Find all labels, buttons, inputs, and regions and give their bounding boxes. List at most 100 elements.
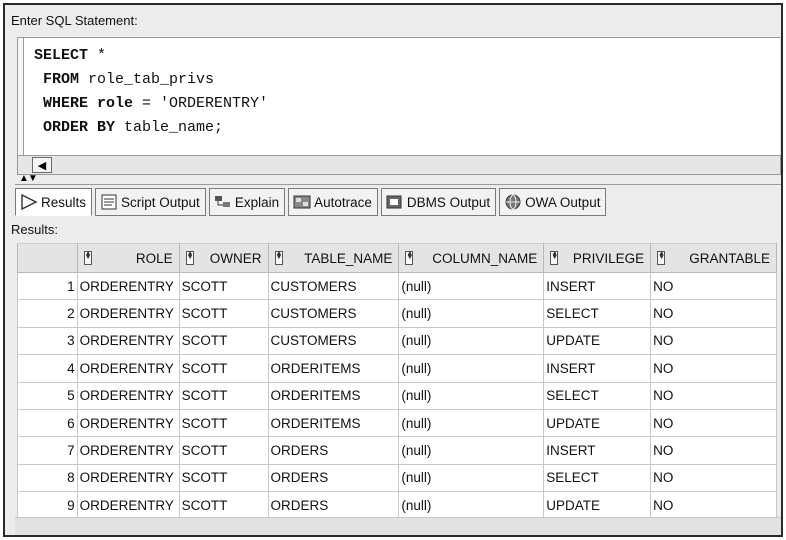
table-row[interactable]: 1 ORDERENTRY SCOTT CUSTOMERS (null) INSERT NO xyxy=(17,271,777,301)
tab-results[interactable]: Results xyxy=(15,188,93,216)
tab-autotrace-label: Autotrace xyxy=(314,194,372,210)
row-number[interactable]: 8 xyxy=(17,463,78,493)
cell-table-name[interactable]: CUSTOMERS xyxy=(267,299,400,328)
cell-grantable[interactable]: NO xyxy=(650,381,777,410)
cell-role[interactable]: ORDERENTRY xyxy=(76,354,180,383)
cell-grantable[interactable]: NO xyxy=(650,299,777,328)
cell-column-name[interactable]: (null) xyxy=(398,271,545,301)
cell-table-name[interactable]: ORDERITEMS xyxy=(267,408,400,438)
row-number[interactable]: 3 xyxy=(17,326,78,356)
cell-grantable[interactable]: NO xyxy=(650,491,777,520)
cell-grantable[interactable]: NO xyxy=(650,354,777,383)
cell-owner[interactable]: SCOTT xyxy=(178,491,269,520)
collapse-arrows-icon[interactable]: ▲▼ xyxy=(19,173,38,184)
editor-gutter xyxy=(18,38,24,156)
cell-owner[interactable]: SCOTT xyxy=(178,354,269,383)
table-row[interactable]: 8 ORDERENTRY SCOTT ORDERS (null) SELECT NO xyxy=(17,463,777,493)
cell-privilege[interactable]: INSERT xyxy=(543,271,652,301)
row-number[interactable]: 4 xyxy=(17,354,78,383)
table-row[interactable]: 5 ORDERENTRY SCOTT ORDERITEMS (null) SELECT NO xyxy=(17,381,777,410)
cell-privilege[interactable]: UPDATE xyxy=(543,408,652,438)
cell-role[interactable]: ORDERENTRY xyxy=(76,326,180,356)
cell-owner[interactable]: SCOTT xyxy=(178,436,269,465)
sql-line-4: ORDER BY table_name; xyxy=(34,119,224,136)
explain-plan-icon xyxy=(214,194,232,210)
cell-column-name[interactable]: (null) xyxy=(398,299,545,328)
cell-owner[interactable]: SCOTT xyxy=(178,271,269,301)
tab-owa-output-label: OWA Output xyxy=(525,194,601,210)
row-number[interactable]: 2 xyxy=(17,299,78,328)
pane-splitter[interactable]: ▲▼ xyxy=(15,173,781,185)
cell-privilege[interactable]: INSERT xyxy=(543,436,652,465)
tab-results-label: Results xyxy=(41,194,87,210)
cell-column-name[interactable]: (null) xyxy=(398,326,545,356)
cell-column-name[interactable]: (null) xyxy=(398,354,545,383)
cell-privilege[interactable]: INSERT xyxy=(543,354,652,383)
column-header-role[interactable]: ▲ ▼ ROLE xyxy=(76,243,180,273)
table-row[interactable]: 3 ORDERENTRY SCOTT CUSTOMERS (null) UPDATE NO xyxy=(17,326,777,356)
results-label: Results: xyxy=(11,222,58,237)
column-header-privilege[interactable]: ▲ ▼ PRIVILEGE xyxy=(543,243,652,273)
cell-owner[interactable]: SCOTT xyxy=(178,299,269,328)
tab-autotrace[interactable]: Autotrace xyxy=(288,188,378,216)
cell-column-name[interactable]: (null) xyxy=(398,408,545,438)
cell-table-name[interactable]: ORDERITEMS xyxy=(267,354,400,383)
editor-horizontal-scrollbar[interactable]: ◀ xyxy=(17,155,781,175)
script-icon xyxy=(100,194,118,210)
cell-column-name[interactable]: (null) xyxy=(398,436,545,465)
cell-role[interactable]: ORDERENTRY xyxy=(76,381,180,410)
cell-column-name[interactable]: (null) xyxy=(398,491,545,520)
cell-table-name[interactable]: CUSTOMERS xyxy=(267,271,400,301)
cell-role[interactable]: ORDERENTRY xyxy=(76,271,180,301)
column-header-owner[interactable]: ▲ ▼ OWNER xyxy=(178,243,269,273)
tab-explain[interactable]: Explain xyxy=(208,188,286,216)
cell-privilege[interactable]: SELECT xyxy=(543,463,652,493)
cell-role[interactable]: ORDERENTRY xyxy=(76,491,180,520)
cell-role[interactable]: ORDERENTRY xyxy=(76,299,180,328)
cell-grantable[interactable]: NO xyxy=(650,408,777,438)
cell-grantable[interactable]: NO xyxy=(650,271,777,301)
cell-owner[interactable]: SCOTT xyxy=(178,326,269,356)
cell-column-name[interactable]: (null) xyxy=(398,381,545,410)
cell-table-name[interactable]: ORDERS xyxy=(267,436,400,465)
cell-grantable[interactable]: NO xyxy=(650,463,777,493)
tab-owa-output[interactable]: OWA Output xyxy=(499,188,607,216)
column-header-column-name[interactable]: ▲ ▼ COLUMN_NAME xyxy=(398,243,545,273)
cell-privilege[interactable]: SELECT xyxy=(543,381,652,410)
sql-line-2: FROM role_tab_privs xyxy=(34,71,215,88)
sort-icon: ▲ ▼ xyxy=(550,250,559,265)
cell-grantable[interactable]: NO xyxy=(650,326,777,356)
cell-grantable[interactable]: NO xyxy=(650,436,777,465)
sql-editor[interactable]: SELECT * FROM role_tab_privs WHERE role … xyxy=(17,37,781,156)
cell-role[interactable]: ORDERENTRY xyxy=(76,463,180,493)
table-row[interactable]: 7 ORDERENTRY SCOTT ORDERS (null) INSERT NO xyxy=(17,436,777,465)
cell-table-name[interactable]: ORDERS xyxy=(267,491,400,520)
row-number[interactable]: 7 xyxy=(17,436,78,465)
table-row[interactable]: 2 ORDERENTRY SCOTT CUSTOMERS (null) SELECT NO xyxy=(17,299,777,328)
table-row[interactable]: 9 ORDERENTRY SCOTT ORDERS (null) UPDATE NO xyxy=(17,491,777,520)
cell-owner[interactable]: SCOTT xyxy=(178,408,269,438)
results-body: 1 ORDERENTRY SCOTT CUSTOMERS (null) INSERT NO 2… xyxy=(17,271,777,520)
table-row[interactable]: 6 ORDERENTRY SCOTT ORDERITEMS (null) UPDATE NO xyxy=(17,408,777,438)
row-number[interactable]: 9 xyxy=(17,491,78,520)
cell-role[interactable]: ORDERENTRY xyxy=(76,408,180,438)
row-number[interactable]: 6 xyxy=(17,408,78,438)
tab-script-output[interactable]: Script Output xyxy=(95,188,206,216)
cell-table-name[interactable]: ORDERS xyxy=(267,463,400,493)
cell-privilege[interactable]: SELECT xyxy=(543,299,652,328)
cell-table-name[interactable]: ORDERITEMS xyxy=(267,381,400,410)
cell-table-name[interactable]: CUSTOMERS xyxy=(267,326,400,356)
table-row[interactable]: 4 ORDERENTRY SCOTT ORDERITEMS (null) INSERT NO xyxy=(17,354,777,383)
tab-dbms-output[interactable]: DBMS Output xyxy=(380,188,497,216)
column-header-table-name[interactable]: ▲ ▼ TABLE_NAME xyxy=(267,243,400,273)
cell-role[interactable]: ORDERENTRY xyxy=(76,436,180,465)
cell-privilege[interactable]: UPDATE xyxy=(543,491,652,520)
column-header-grantable[interactable]: ▲ ▼ GRANTABLE xyxy=(650,243,777,273)
row-number[interactable]: 1 xyxy=(17,271,78,301)
cell-privilege[interactable]: UPDATE xyxy=(543,326,652,356)
row-number[interactable]: 5 xyxy=(17,381,78,410)
cell-column-name[interactable]: (null) xyxy=(398,463,545,493)
cell-owner[interactable]: SCOTT xyxy=(178,381,269,410)
cell-owner[interactable]: SCOTT xyxy=(178,463,269,493)
scroll-left-button[interactable]: ◀ xyxy=(32,157,52,173)
